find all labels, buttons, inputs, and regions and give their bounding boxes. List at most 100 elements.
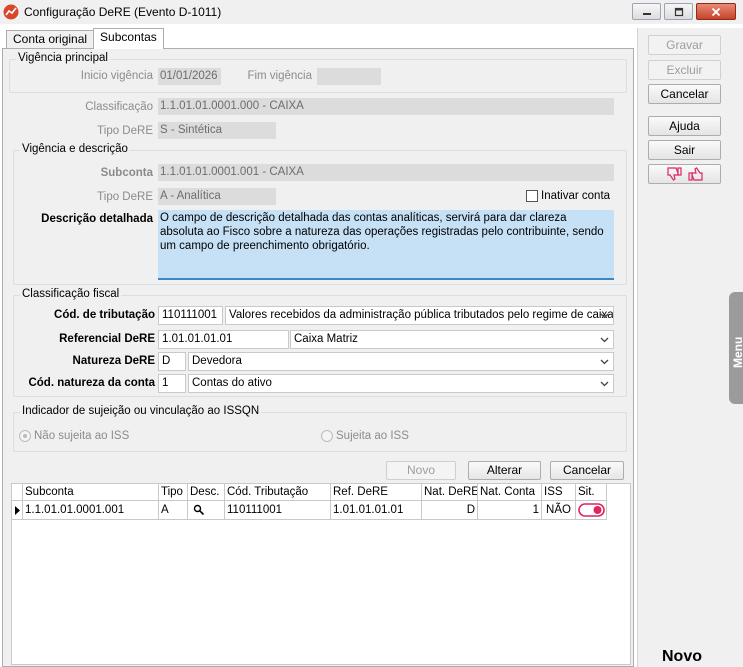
group-title: Vigência principal xyxy=(16,52,110,64)
cod-tributacao-input[interactable]: 110111001 xyxy=(158,306,223,325)
window-controls xyxy=(632,3,736,20)
close-icon xyxy=(711,7,721,16)
referencial-dere-desc: Caixa Matriz xyxy=(294,333,358,345)
excluir-button[interactable]: Excluir xyxy=(648,60,721,80)
subcontas-grid: Subconta Tipo Desc. Cód. Tributação Ref.… xyxy=(11,483,631,665)
maximize-button[interactable] xyxy=(664,3,693,20)
sair-button[interactable]: Sair xyxy=(648,140,721,160)
main-panel: Vigência principal Inicio vigência 01/01… xyxy=(2,48,634,667)
app-icon xyxy=(3,4,19,20)
grid-header-nat-conta[interactable]: Nat. Conta xyxy=(478,484,542,501)
inicio-vigencia-label: Inicio vigência xyxy=(80,70,153,82)
tipo-dere-principal-label: Tipo DeRE xyxy=(97,125,153,137)
grid-header-nat-dere[interactable]: Nat. DeRE xyxy=(422,484,478,501)
minimize-button[interactable] xyxy=(632,3,661,20)
ajuda-button[interactable]: Ajuda xyxy=(648,116,721,136)
minimize-icon xyxy=(642,12,651,15)
inicio-vigencia-field[interactable]: 01/01/2026 xyxy=(158,68,221,85)
gravar-button[interactable]: Gravar xyxy=(648,35,721,55)
natureza-dere-select[interactable]: Devedora xyxy=(188,352,614,371)
chevron-down-icon[interactable] xyxy=(598,333,611,346)
group-title: Indicador de sujeição ou vinculação ao I… xyxy=(20,405,262,417)
chevron-down-icon[interactable] xyxy=(598,377,611,390)
thumbs-down-icon[interactable] xyxy=(666,167,682,181)
tab-conta-original[interactable]: Conta original xyxy=(6,30,95,49)
classificacao-label: Classificação xyxy=(85,101,153,113)
radio-sujeita-iss[interactable]: Sujeita ao ISS xyxy=(321,430,409,442)
thumbs-up-icon[interactable] xyxy=(687,167,704,181)
cod-tributacao-label: Cód. de tributação xyxy=(54,309,155,321)
menu-tab-label: Menu xyxy=(731,336,743,368)
cell-nat-conta[interactable]: 1 xyxy=(478,501,542,520)
cod-natureza-conta-input[interactable]: 1 xyxy=(158,374,186,393)
radio-dot[interactable] xyxy=(321,430,333,442)
fim-vigencia-label: Fim vigência xyxy=(247,70,312,82)
grid-header-indicator xyxy=(12,484,23,501)
grid-header-desc[interactable]: Desc. xyxy=(188,484,225,501)
tab-subcontas[interactable]: Subcontas xyxy=(93,28,164,49)
natureza-dere-desc: Devedora xyxy=(192,355,242,367)
natureza-dere-label: Natureza DeRE xyxy=(72,355,155,367)
tipo-dere-principal-field[interactable]: S - Sintética xyxy=(158,122,276,139)
subconta-field[interactable]: 1.1.01.01.0001.001 - CAIXA xyxy=(158,164,614,181)
feedback-buttons xyxy=(648,164,721,184)
grid-header-sit[interactable]: Sit. xyxy=(576,484,607,501)
referencial-dere-select[interactable]: Caixa Matriz xyxy=(290,330,614,349)
cell-subconta[interactable]: 1.1.01.01.0001.001 xyxy=(23,501,159,520)
radio-dot[interactable] xyxy=(19,430,31,442)
menu-side-tab[interactable]: Menu xyxy=(729,292,743,404)
cell-iss[interactable]: NÃO xyxy=(542,501,576,520)
cancelar-button[interactable]: Cancelar xyxy=(648,84,721,104)
cell-ref-dere[interactable]: 1.01.01.01.01 xyxy=(331,501,422,520)
row-pointer-icon xyxy=(15,506,20,515)
classificacao-field[interactable]: 1.1.01.01.0001.000 - CAIXA xyxy=(158,98,614,115)
tipo-dere-field[interactable]: A - Analítica xyxy=(158,188,276,205)
grid-header-cod-tributacao[interactable]: Cód. Tributação xyxy=(225,484,331,501)
cell-cod-tributacao[interactable]: 110111001 xyxy=(225,501,331,520)
descricao-detalhada-label: Descrição detalhada xyxy=(41,213,153,225)
grid-header-tipo[interactable]: Tipo xyxy=(159,484,188,501)
radio-nao-sujeita-iss[interactable]: Não sujeita ao ISS xyxy=(19,430,129,442)
checkbox-box[interactable] xyxy=(526,190,538,202)
inativar-conta-label: Inativar conta xyxy=(541,190,611,202)
title-bar: Configuração DeRE (Evento D-1011) xyxy=(0,0,743,24)
table-row[interactable]: 1.1.01.01.0001.001 A 110111001 1.01.01.0… xyxy=(12,501,607,520)
radio-nao-sujeita-label: Não sujeita ao ISS xyxy=(34,430,130,442)
grid-novo-button[interactable]: Novo xyxy=(386,461,456,480)
tab-strip: Conta original Subcontas xyxy=(6,28,164,49)
row-indicator xyxy=(12,501,23,520)
close-button[interactable] xyxy=(696,3,736,20)
cod-tributacao-select[interactable]: Valores recebidos da administração públi… xyxy=(225,306,614,325)
natureza-dere-input[interactable]: D xyxy=(158,352,186,371)
cod-natureza-conta-select[interactable]: Contas do ativo xyxy=(188,374,614,393)
grid-header-subconta[interactable]: Subconta xyxy=(23,484,159,501)
referencial-dere-input[interactable]: 1.01.01.01.01 xyxy=(158,330,289,349)
grid-header-ref-dere[interactable]: Ref. DeRE xyxy=(331,484,422,501)
maximize-icon xyxy=(674,7,683,16)
cod-natureza-conta-label: Cód. natureza da conta xyxy=(28,377,155,389)
grid-cancelar-button[interactable]: Cancelar xyxy=(550,461,624,480)
window-title: Configuração DeRE (Evento D-1011) xyxy=(24,5,222,19)
novo-status-label: Novo xyxy=(662,648,702,665)
grid-alterar-button[interactable]: Alterar xyxy=(468,461,541,480)
cod-tributacao-desc: Valores recebidos da administração públi… xyxy=(229,309,614,321)
cell-nat-dere[interactable]: D xyxy=(422,501,478,520)
situation-toggle-icon[interactable] xyxy=(578,503,605,517)
group-title: Classificação fiscal xyxy=(20,288,122,300)
fim-vigencia-field[interactable] xyxy=(317,68,381,85)
action-pane: Gravar Excluir Cancelar Ajuda Sair Menu … xyxy=(637,28,743,667)
subconta-label: Subconta xyxy=(100,167,153,179)
inativar-conta-checkbox[interactable]: Inativar conta xyxy=(526,190,610,202)
descricao-detalhada-textarea[interactable]: O campo de descrição detalhada das conta… xyxy=(158,210,614,280)
tipo-dere-label: Tipo DeRE xyxy=(97,191,153,203)
radio-sujeita-label: Sujeita ao ISS xyxy=(336,430,409,442)
chevron-down-icon[interactable] xyxy=(598,309,611,322)
grid-header-iss[interactable]: ISS xyxy=(542,484,576,501)
cell-tipo[interactable]: A xyxy=(159,501,188,520)
cell-sit[interactable] xyxy=(576,501,607,520)
group-title: Vigência e descrição xyxy=(20,143,130,155)
chevron-down-icon[interactable] xyxy=(598,355,611,368)
grid-header: Subconta Tipo Desc. Cód. Tributação Ref.… xyxy=(12,484,607,501)
cell-desc[interactable] xyxy=(188,501,225,520)
search-icon[interactable] xyxy=(193,504,205,516)
